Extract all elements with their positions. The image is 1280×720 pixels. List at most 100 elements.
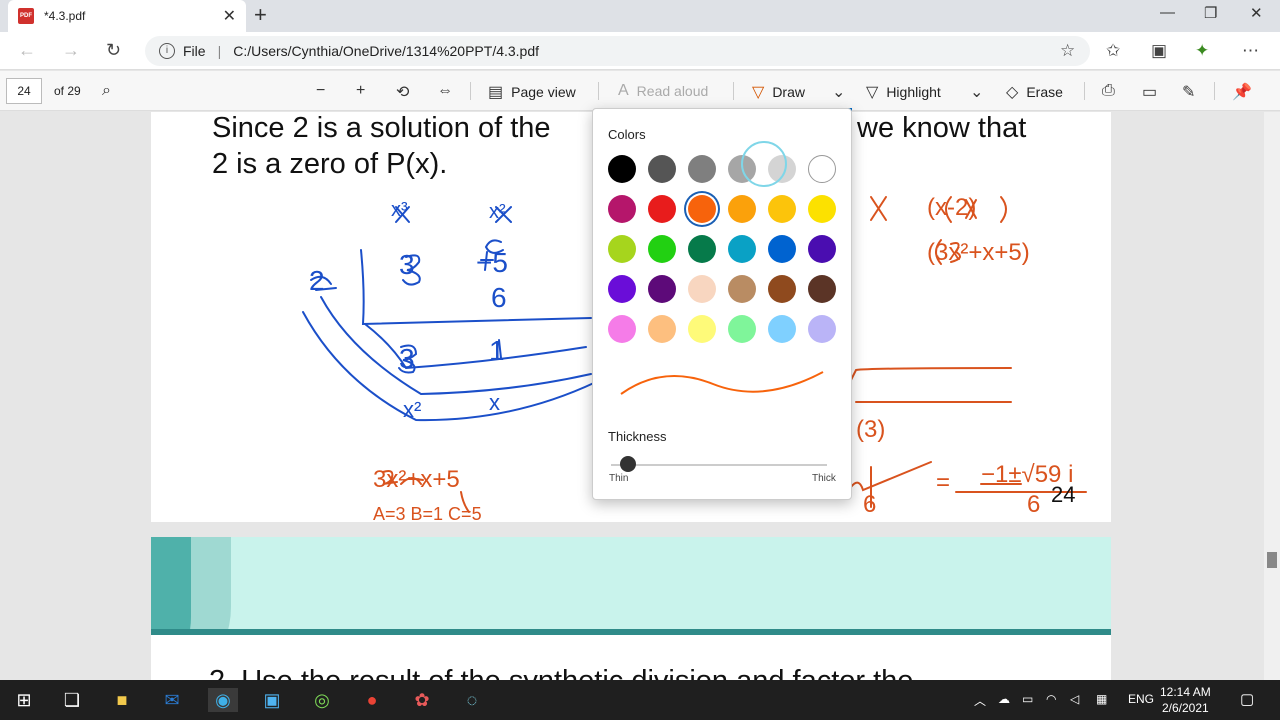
svg-text:1: 1 bbox=[489, 335, 505, 366]
pin-toolbar-icon[interactable]: 📌 bbox=[1232, 82, 1252, 102]
color-swatch[interactable] bbox=[728, 235, 756, 263]
tray-expand-icon[interactable]: ︿ bbox=[974, 692, 986, 709]
page-number-input[interactable]: 24 bbox=[6, 78, 42, 104]
color-swatch[interactable] bbox=[808, 275, 836, 303]
svg-text:(x-2): (x-2) bbox=[927, 194, 976, 221]
tab-close-button[interactable]: ✕ bbox=[223, 6, 236, 26]
mail-icon[interactable]: ✉ bbox=[160, 688, 184, 712]
color-swatch[interactable] bbox=[808, 155, 836, 183]
fit-width-icon[interactable]: ⇔ bbox=[437, 82, 453, 100]
file-explorer-icon[interactable]: ■ bbox=[110, 688, 134, 712]
camera-app-icon[interactable]: ◎ bbox=[310, 688, 334, 712]
slide2-text: 2. Use the result of the synthetic divis… bbox=[209, 665, 913, 680]
minimize-button[interactable]: — bbox=[1160, 4, 1175, 21]
address-input[interactable]: i File | C:/Users/Cynthia/OneDrive/1314%… bbox=[145, 36, 1090, 66]
colors-label: Colors bbox=[608, 127, 646, 142]
paint-app-icon[interactable]: ✿ bbox=[410, 688, 434, 712]
wifi-icon[interactable]: ◠ bbox=[1046, 692, 1056, 706]
vertical-scrollbar[interactable] bbox=[1264, 112, 1280, 680]
color-swatch[interactable] bbox=[768, 235, 796, 263]
monitor-app-icon[interactable]: ▣ bbox=[260, 688, 284, 712]
zoom-out-icon[interactable]: − bbox=[316, 82, 325, 100]
color-swatch[interactable] bbox=[648, 195, 676, 223]
keyboard-icon[interactable]: ▦ bbox=[1096, 692, 1107, 706]
color-swatch[interactable] bbox=[728, 155, 756, 183]
refresh-icon[interactable]: ↻ bbox=[106, 40, 121, 61]
color-swatch[interactable] bbox=[608, 155, 636, 183]
highlight-chevron-icon[interactable]: ⌄ bbox=[970, 82, 983, 102]
erase-button[interactable]: ◇ Erase bbox=[1006, 82, 1063, 102]
tab-active[interactable]: PDF *4.3.pdf ✕ bbox=[8, 0, 246, 32]
draw-options-chevron-icon[interactable]: ⌄ bbox=[832, 82, 845, 102]
color-swatch[interactable] bbox=[768, 275, 796, 303]
color-swatch[interactable] bbox=[728, 275, 756, 303]
color-swatch[interactable] bbox=[648, 235, 676, 263]
color-swatch[interactable] bbox=[768, 195, 796, 223]
extension-icon[interactable]: ✦ bbox=[1195, 41, 1209, 61]
color-swatch[interactable] bbox=[648, 155, 676, 183]
color-swatch[interactable] bbox=[608, 315, 636, 343]
close-window-button[interactable]: ✕ bbox=[1250, 4, 1263, 22]
more-menu-icon[interactable]: ⋯ bbox=[1242, 41, 1259, 61]
scrollbar-thumb[interactable] bbox=[1267, 552, 1277, 568]
restore-button[interactable]: ❐ bbox=[1204, 4, 1217, 22]
address-bar-row: ← → ↻ i File | C:/Users/Cynthia/OneDrive… bbox=[0, 32, 1280, 70]
taskbar-clock[interactable]: 12:14 AM 2/6/2021 bbox=[1160, 684, 1211, 716]
recorder-app-icon[interactable]: ◌ bbox=[460, 688, 484, 712]
search-icon[interactable]: ⌕ bbox=[102, 82, 111, 100]
edge-browser-icon[interactable]: ◉ bbox=[208, 688, 238, 712]
color-swatch[interactable] bbox=[648, 315, 676, 343]
draw-button[interactable]: ▽ Draw bbox=[752, 82, 805, 102]
battery-icon[interactable]: ▭ bbox=[1022, 692, 1033, 706]
color-swatch[interactable] bbox=[608, 275, 636, 303]
forward-arrow-icon[interactable]: → bbox=[62, 40, 80, 61]
zoom-in-icon[interactable]: + bbox=[356, 82, 365, 100]
save-as-icon[interactable]: ✎ bbox=[1182, 82, 1195, 102]
rotate-icon[interactable]: ⟲ bbox=[396, 82, 409, 102]
onedrive-icon[interactable]: ☁ bbox=[998, 692, 1010, 706]
print-icon[interactable]: ⎙ bbox=[1102, 82, 1115, 100]
svg-text:3x²+x+5: 3x²+x+5 bbox=[373, 466, 460, 493]
save-icon[interactable]: ▭ bbox=[1142, 82, 1157, 102]
color-swatch[interactable] bbox=[768, 315, 796, 343]
color-swatch[interactable] bbox=[688, 235, 716, 263]
language-indicator[interactable]: ENG bbox=[1128, 692, 1154, 706]
info-icon[interactable]: i bbox=[159, 43, 175, 59]
windows-start-icon[interactable]: ⊞ bbox=[12, 688, 36, 712]
highlight-button[interactable]: ▽ Highlight bbox=[866, 82, 941, 102]
page-view-button[interactable]: ▤ Page view bbox=[488, 82, 576, 102]
pdf-toolbar: 24 of 29 ⌕ − + ⟲ ⇔ ▤ Page view A Read alou… bbox=[0, 71, 1280, 111]
chrome-icon[interactable]: ● bbox=[360, 688, 384, 712]
color-swatch[interactable] bbox=[728, 315, 756, 343]
svg-text:x³: x³ bbox=[391, 199, 408, 221]
volume-icon[interactable]: ◁ bbox=[1070, 692, 1079, 706]
back-arrow-icon[interactable]: ← bbox=[18, 40, 36, 61]
color-swatch[interactable] bbox=[768, 155, 796, 183]
thickness-slider-handle[interactable] bbox=[620, 456, 637, 472]
color-swatch[interactable] bbox=[608, 195, 636, 223]
color-swatch[interactable] bbox=[648, 275, 676, 303]
color-swatch[interactable] bbox=[608, 235, 636, 263]
color-swatch[interactable] bbox=[808, 235, 836, 263]
slide-page-number: 24 bbox=[1051, 482, 1076, 507]
color-swatch[interactable] bbox=[728, 195, 756, 223]
task-view-icon[interactable]: ❏ bbox=[60, 688, 84, 712]
new-tab-button[interactable]: + bbox=[254, 4, 267, 26]
svg-text:x: x bbox=[489, 390, 500, 415]
color-swatch[interactable] bbox=[808, 195, 836, 223]
color-swatch[interactable] bbox=[688, 315, 716, 343]
read-aloud-icon: A bbox=[618, 82, 629, 99]
svg-text:=: = bbox=[936, 469, 950, 496]
read-aloud-button[interactable]: A Read aloud bbox=[618, 82, 708, 100]
notifications-icon[interactable]: ▢ bbox=[1240, 690, 1254, 708]
pen-icon: ▽ bbox=[752, 84, 765, 101]
add-favorite-icon[interactable]: ☆ bbox=[1060, 41, 1075, 61]
svg-text:(3): (3) bbox=[856, 416, 885, 443]
thickness-slider-track[interactable] bbox=[611, 464, 827, 466]
favorites-icon[interactable]: ✩ bbox=[1106, 41, 1120, 61]
color-swatch[interactable] bbox=[688, 195, 716, 223]
color-swatch[interactable] bbox=[808, 315, 836, 343]
color-swatch[interactable] bbox=[688, 155, 716, 183]
collections-icon[interactable]: ▣ bbox=[1151, 41, 1167, 61]
color-swatch[interactable] bbox=[688, 275, 716, 303]
